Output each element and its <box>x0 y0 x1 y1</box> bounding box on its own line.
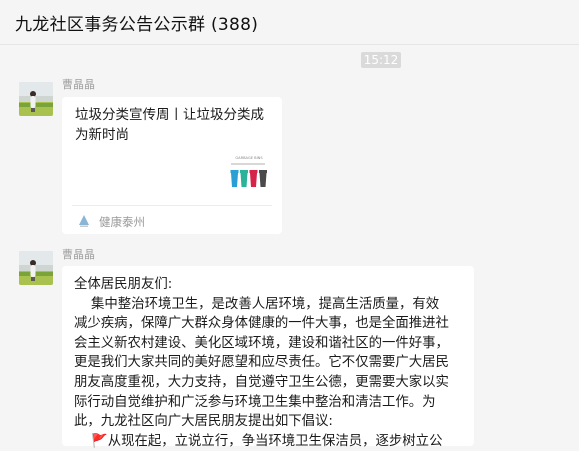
message-timestamp: 15:12 <box>361 52 401 68</box>
link-card-title: 垃圾分类宣传周丨让垃圾分类成为新时尚 <box>75 107 264 143</box>
message-line: 减少疾病，保障广大群众身体健康的一件大事，也是全面推进社 <box>74 316 449 332</box>
link-card-divider <box>72 205 272 206</box>
message-text: 全体居民朋友们: 集中整治环境卫生，是改善人居环境，提高生活质量，有效 减少疾病，… <box>74 275 466 451</box>
thumbnail-bin <box>240 173 248 187</box>
thumbnail-bin-lid <box>240 170 248 173</box>
thumbnail-bin-lid <box>249 170 258 173</box>
svg-text:GARBAGE BINS: GARBAGE BINS <box>235 156 263 160</box>
message-line: 全体居民朋友们: <box>74 277 173 292</box>
thumbnail-bin-lid <box>230 170 239 173</box>
chat-title[interactable]: 九龙社区事务公告公示群 (388) <box>15 10 258 35</box>
message-line: 会主义新农村建设、美化区域环境，建设和谐社区的一件好事， <box>74 335 449 351</box>
header-divider <box>0 44 579 45</box>
sender-name: 曹晶晶 <box>62 248 95 261</box>
link-card-source: 健康泰州 <box>99 215 145 229</box>
thumbnail-bin <box>250 173 257 187</box>
thumbnail-bin-lid <box>259 170 267 173</box>
sender-name: 曹晶晶 <box>62 78 95 91</box>
source-logo-icon <box>79 215 89 227</box>
message-line: 际行动自觉维护和广泛参与环境卫生集中整治和清洁工作。为 <box>74 394 436 410</box>
sender-avatar[interactable] <box>19 82 53 116</box>
thumbnail-bin <box>259 173 267 187</box>
message-line: 集中整治环境卫生，是改善人居环境，提高生活质量，有效 <box>74 296 440 312</box>
message-line: 此，九龙社区向广大居民朋友提出如下倡议: <box>74 414 333 430</box>
sender-avatar[interactable] <box>19 251 53 285</box>
message-line: 🚩从现在起，立说立行，争当环境卫生保洁员，逐步树立公 <box>74 433 443 449</box>
text-message[interactable]: 全体居民朋友们: 集中整治环境卫生，是改善人居环境，提高生活质量，有效 减少疾病，… <box>62 266 474 449</box>
message-line: 更是我们大家共同的美好愿望和应尽责任。它不仅需要广大居民 <box>74 355 449 371</box>
link-card-message[interactable]: 垃圾分类宣传周丨让垃圾分类成为新时尚 GARBAGE BINS 健康泰州 <box>62 97 282 234</box>
link-card-thumbnail: GARBAGE BINS <box>226 154 272 200</box>
message-line: 朋友高度重视，大力支持，自觉遵守卫生公德，更需要大家以实 <box>74 374 449 390</box>
chat-header: 九龙社区事务公告公示群 (388) <box>0 0 579 44</box>
thumbnail-bin <box>231 173 238 187</box>
